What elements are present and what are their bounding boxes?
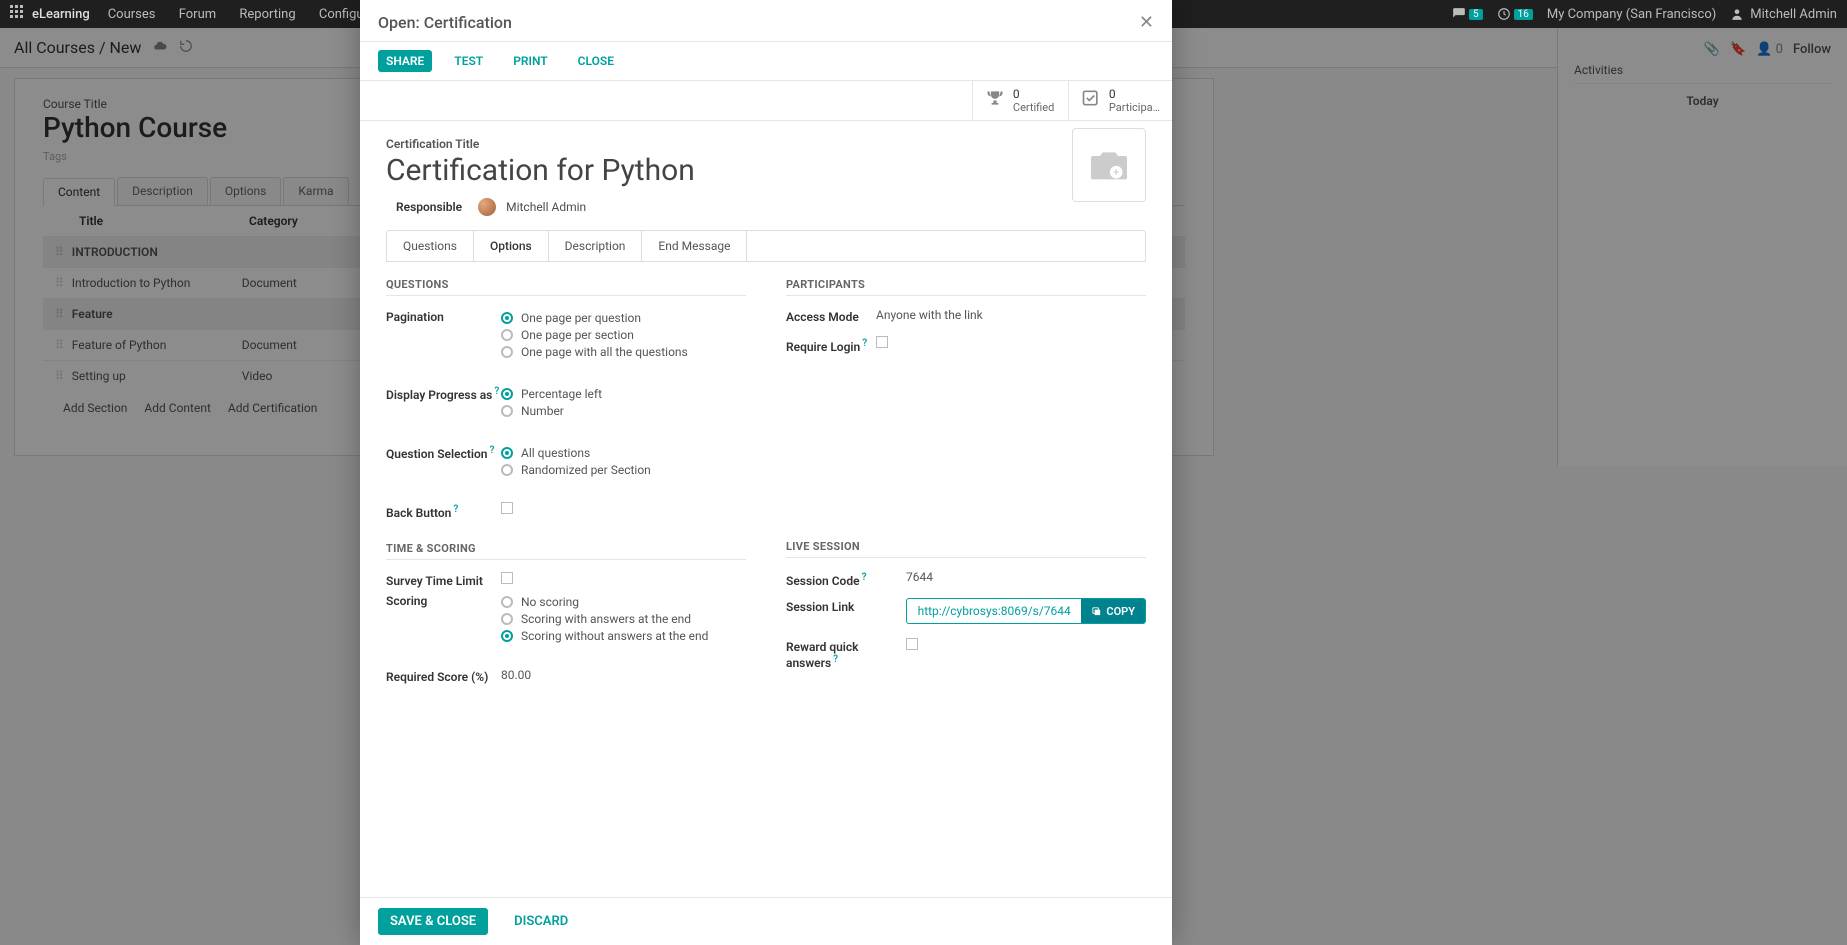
back-button-label: Back Button?	[386, 502, 501, 520]
display-progress-opt2[interactable]: Number	[501, 404, 746, 418]
reward-quick-label: Reward quick answers?	[786, 638, 906, 670]
activities-icon[interactable]: 16	[1497, 7, 1533, 21]
session-code-label: Session Code?	[786, 570, 906, 588]
certified-stat[interactable]: 0Certified	[972, 81, 1068, 120]
image-placeholder[interactable]: +	[1072, 128, 1146, 202]
pagination-opt2[interactable]: One page per section	[501, 328, 746, 342]
access-mode-label: Access Mode	[786, 308, 876, 324]
survey-time-limit-checkbox[interactable]	[501, 572, 513, 584]
section-participants: PARTICIPANTS	[786, 278, 1146, 296]
radio-icon	[501, 405, 513, 417]
svg-text:+: +	[1113, 166, 1119, 179]
question-selection-opt2[interactable]: Randomized per Section	[501, 463, 746, 477]
radio-icon	[501, 613, 513, 625]
session-code-value[interactable]: 7644	[906, 570, 1146, 584]
reward-quick-checkbox[interactable]	[906, 638, 918, 650]
avatar	[478, 198, 496, 216]
menu-forum[interactable]: Forum	[179, 7, 216, 22]
apps-icon[interactable]	[10, 5, 24, 23]
pagination-label: Pagination	[386, 308, 501, 324]
scoring-opt3[interactable]: Scoring without answers at the end	[501, 629, 746, 643]
close-button[interactable]: CLOSE	[570, 50, 622, 72]
require-login-label: Require Login?	[786, 336, 876, 354]
help-icon[interactable]: ?	[489, 445, 494, 456]
menu-reporting[interactable]: Reporting	[239, 7, 295, 22]
discard-button[interactable]: DISCARD	[502, 908, 580, 935]
radio-icon	[501, 596, 513, 608]
brand-name[interactable]: eLearning	[32, 7, 90, 22]
help-icon[interactable]: ?	[862, 338, 867, 349]
back-button-checkbox[interactable]	[501, 502, 513, 514]
modal-title: Open: Certification	[378, 13, 512, 32]
test-button[interactable]: TEST	[446, 50, 491, 72]
copy-button[interactable]: COPY	[1081, 599, 1145, 623]
radio-icon	[501, 630, 513, 642]
required-score-value[interactable]: 80.00	[501, 668, 746, 682]
messages-count: 5	[1469, 9, 1483, 20]
inner-tabs: Questions Options Description End Messag…	[386, 230, 1146, 261]
trophy-icon	[985, 88, 1005, 113]
survey-time-limit-label: Survey Time Limit	[386, 572, 501, 588]
pagination-opt1[interactable]: One page per question	[501, 311, 746, 325]
section-time-scoring: TIME & SCORING	[386, 542, 746, 560]
company-name[interactable]: My Company (San Francisco)	[1547, 7, 1716, 22]
share-button[interactable]: SHARE	[378, 50, 432, 72]
section-questions: QUESTIONS	[386, 278, 746, 296]
session-link-value[interactable]: http://cybrosys:8069/s/7644	[907, 599, 1081, 623]
help-icon[interactable]: ?	[833, 654, 838, 665]
responsible-label: Responsible	[396, 200, 462, 214]
certification-modal: Open: Certification ✕ SHARE TEST PRINT C…	[360, 0, 1172, 945]
session-link-label: Session Link	[786, 598, 906, 614]
pagination-opt3[interactable]: One page with all the questions	[501, 345, 746, 359]
scoring-opt1[interactable]: No scoring	[501, 595, 746, 609]
required-score-label: Required Score (%)	[386, 668, 501, 684]
question-selection-label: Question Selection?	[386, 443, 501, 461]
radio-icon	[501, 388, 513, 400]
menu-courses[interactable]: Courses	[108, 7, 156, 22]
itab-description[interactable]: Description	[549, 231, 643, 261]
close-icon[interactable]: ✕	[1139, 12, 1154, 33]
display-progress-label: Display Progress as?	[386, 384, 501, 402]
itab-questions[interactable]: Questions	[387, 231, 474, 261]
user-name: Mitchell Admin	[1750, 7, 1837, 22]
cert-title-label: Certification Title	[386, 137, 1146, 151]
responsible-value[interactable]: Mitchell Admin	[506, 200, 586, 214]
radio-icon	[501, 312, 513, 324]
require-login-checkbox[interactable]	[876, 336, 888, 348]
save-close-button[interactable]: SAVE & CLOSE	[378, 908, 488, 935]
participants-stat[interactable]: 0Participa…	[1068, 81, 1172, 120]
section-live-session: LIVE SESSION	[786, 540, 1146, 558]
session-link-input: http://cybrosys:8069/s/7644 COPY	[906, 598, 1146, 624]
display-progress-opt1[interactable]: Percentage left	[501, 387, 746, 401]
radio-icon	[501, 447, 513, 459]
user-avatar[interactable]: Mitchell Admin	[1730, 7, 1837, 22]
help-icon[interactable]: ?	[494, 386, 499, 397]
radio-icon	[501, 346, 513, 358]
activities-count: 16	[1514, 9, 1533, 20]
itab-options[interactable]: Options	[474, 231, 549, 261]
radio-icon	[501, 329, 513, 341]
print-button[interactable]: PRINT	[505, 50, 555, 72]
messaging-icon[interactable]: 5	[1452, 7, 1483, 21]
itab-endmessage[interactable]: End Message	[642, 231, 747, 261]
radio-icon	[501, 464, 513, 476]
scoring-label: Scoring	[386, 592, 501, 608]
help-icon[interactable]: ?	[862, 572, 867, 583]
help-icon[interactable]: ?	[453, 504, 458, 515]
scoring-opt2[interactable]: Scoring with answers at the end	[501, 612, 746, 626]
access-mode-value[interactable]: Anyone with the link	[876, 308, 1146, 322]
check-icon	[1081, 88, 1101, 113]
question-selection-opt1[interactable]: All questions	[501, 446, 746, 460]
cert-title[interactable]: Certification for Python	[386, 153, 1146, 188]
